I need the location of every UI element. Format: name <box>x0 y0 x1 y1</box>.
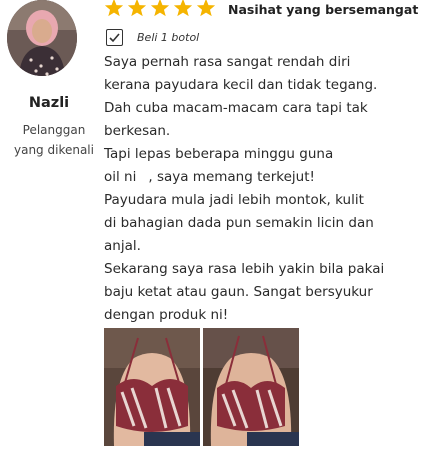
star-icon <box>196 0 216 17</box>
star-icon <box>150 0 170 17</box>
review-photo-1[interactable] <box>104 328 200 446</box>
review-line: Saya pernah rasa sangat rendah diri <box>104 54 351 70</box>
review-line-continuation: , saya memang terkejut! <box>148 169 315 185</box>
review-line: Payudara mula jadi lebih montok, kulit <box>104 192 364 208</box>
review-headline: Nasihat yang bersemangat <box>228 2 419 17</box>
checkbox-check-icon <box>106 29 123 46</box>
star-rating <box>104 0 216 17</box>
star-icon <box>104 0 124 17</box>
verified-purchase-label: Beli 1 botol <box>137 31 200 44</box>
reviewer-role-line-2: yang dikenali <box>14 143 94 157</box>
product-mention: oil ni <box>104 169 137 185</box>
review-line: kerana payudara kecil dan tidak tegang. <box>104 77 378 93</box>
reviewer-role: Pelanggan yang dikenali <box>0 120 108 160</box>
reviewer-avatar <box>7 0 77 76</box>
review-line: Dah cuba macam-macam cara tapi tak <box>104 100 368 116</box>
avatar-photo <box>7 0 77 76</box>
review-line: anjal. <box>104 238 141 254</box>
star-icon <box>127 0 147 17</box>
review-photo-2[interactable] <box>203 328 299 446</box>
review-line: berkesan. <box>104 123 171 139</box>
verified-purchase: Beli 1 botol <box>106 29 199 46</box>
reviewer-name: Nazli <box>28 95 70 111</box>
review-line-product: oil ni , saya memang terkejut! <box>104 166 422 189</box>
review-text: Saya pernah rasa sangat rendah diri kera… <box>104 51 422 327</box>
star-icon <box>173 0 193 17</box>
review-line: Sekarang saya rasa lebih yakin bila paka… <box>104 261 385 277</box>
review-photo-image <box>104 328 200 446</box>
review-line: baju ketat atau gaun. Sangat bersyukur <box>104 284 373 300</box>
review-photo-image <box>203 328 299 446</box>
review-line: dengan produk ni! <box>104 307 229 323</box>
reviewer-role-line-1: Pelanggan <box>22 123 86 137</box>
review-line: Tapi lepas beberapa minggu guna <box>104 146 334 162</box>
review-line: di bahagian dada pun semakin licin dan <box>104 215 374 231</box>
